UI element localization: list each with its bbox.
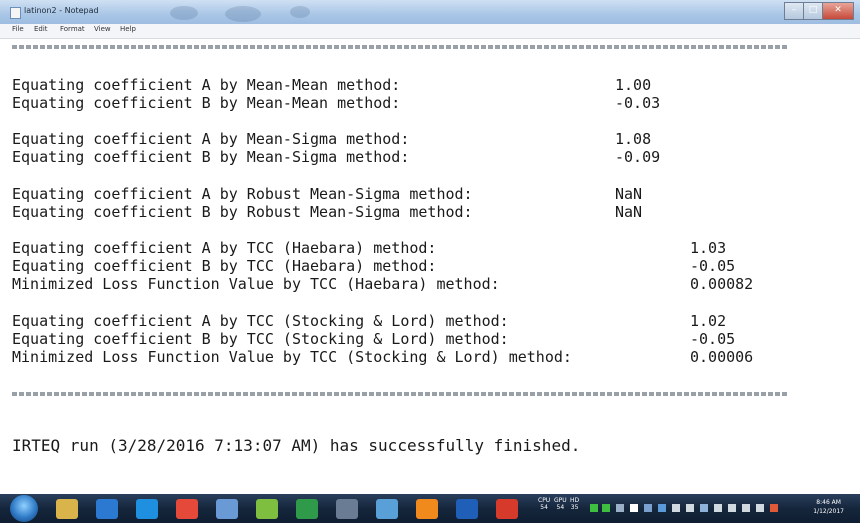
stocking-lord-loss-value: 0.00006 [690, 348, 754, 366]
ie-icon[interactable] [96, 499, 118, 519]
robust-b-label: Equating coefficient B by Robust Mean-Si… [12, 203, 473, 221]
menu-bar: File Edit Format View Help [0, 24, 860, 39]
tray-shield-icon[interactable] [644, 504, 652, 512]
tray-app-icon[interactable] [672, 504, 680, 512]
hd-meter: HD 35 [570, 497, 580, 511]
tray-app-icon[interactable] [686, 504, 694, 512]
media-icon[interactable] [416, 499, 438, 519]
tools-icon[interactable] [176, 499, 198, 519]
separator-line [12, 45, 787, 49]
mean-sigma-b-label: Equating coefficient B by Mean-Sigma met… [12, 148, 410, 166]
menu-help[interactable]: Help [120, 25, 136, 33]
system-clock[interactable]: 8:46 AM 1/12/2017 [813, 498, 844, 516]
haebara-b-value: -0.05 [690, 257, 736, 275]
minimize-button[interactable]: – [784, 2, 803, 20]
tray-app-icon[interactable] [756, 504, 764, 512]
blurred-glyph [290, 6, 310, 18]
haebara-b-label: Equating coefficient B by TCC (Haebara) … [12, 257, 437, 275]
close-button[interactable]: ✕ [822, 2, 854, 20]
mean-mean-b-label: Equating coefficient B by Mean-Mean meth… [12, 94, 401, 112]
tray-app-icon[interactable] [714, 504, 722, 512]
mean-sigma-a-value: 1.08 [615, 130, 652, 148]
tray-status-icon[interactable] [590, 504, 598, 512]
haebara-loss-label: Minimized Loss Function Value by TCC (Ha… [12, 275, 500, 293]
menu-file[interactable]: File [12, 25, 24, 33]
tray-volume-icon[interactable] [630, 504, 638, 512]
haebara-loss-value: 0.00082 [690, 275, 754, 293]
text-editor[interactable]: Equating coefficient A by Mean-Mean meth… [0, 39, 860, 494]
chrome-icon[interactable] [136, 499, 158, 519]
tray-status-icon[interactable] [602, 504, 610, 512]
menu-view[interactable]: View [94, 25, 111, 33]
robust-a-value: NaN [615, 185, 643, 203]
haebara-a-value: 1.03 [690, 239, 727, 257]
robust-b-value: NaN [615, 203, 643, 221]
windows-start-icon[interactable] [10, 495, 38, 522]
pdf-icon[interactable] [456, 499, 478, 519]
gpu-meter: GPU 54 [554, 497, 567, 511]
tray-network-icon[interactable] [616, 504, 624, 512]
tray-app-icon[interactable] [658, 504, 666, 512]
maximize-button[interactable]: □ [803, 2, 822, 20]
tray-app-icon[interactable] [742, 504, 750, 512]
window-icon[interactable] [296, 499, 318, 519]
status-line: IRTEQ run (3/28/2016 7:13:07 AM) has suc… [12, 436, 581, 455]
menu-format[interactable]: Format [60, 25, 85, 33]
robust-a-label: Equating coefficient A by Robust Mean-Si… [12, 185, 473, 203]
haebara-a-label: Equating coefficient A by TCC (Haebara) … [12, 239, 437, 257]
blurred-glyph [170, 6, 198, 20]
notepad-icon [10, 7, 21, 19]
title-bar[interactable]: latinon2 - Notepad – □ ✕ [0, 0, 860, 24]
stocking-lord-a-label: Equating coefficient A by TCC (Stocking … [12, 312, 509, 330]
paint-icon[interactable] [336, 499, 358, 519]
excel-icon[interactable] [256, 499, 278, 519]
notepad-icon[interactable] [496, 499, 518, 519]
window-controls: – □ ✕ [784, 2, 854, 20]
mean-sigma-b-value: -0.09 [615, 148, 661, 166]
stocking-lord-b-value: -0.05 [690, 330, 736, 348]
menu-edit[interactable]: Edit [34, 25, 48, 33]
window-title: latinon2 - Notepad [24, 6, 99, 15]
stocking-lord-b-label: Equating coefficient B by TCC (Stocking … [12, 330, 509, 348]
separator-line [12, 392, 787, 396]
blurred-glyph [225, 6, 261, 22]
mean-mean-a-label: Equating coefficient A by Mean-Mean meth… [12, 76, 401, 94]
stocking-lord-a-value: 1.02 [690, 312, 727, 330]
mean-mean-a-value: 1.00 [615, 76, 652, 94]
firefox-icon[interactable] [376, 499, 398, 519]
tray-app-icon[interactable] [728, 504, 736, 512]
explorer-icon[interactable] [56, 499, 78, 519]
tray-app-icon[interactable] [700, 504, 708, 512]
tray-app-icon[interactable] [770, 504, 778, 512]
stocking-lord-loss-label: Minimized Loss Function Value by TCC (St… [12, 348, 572, 366]
cpu-meter: CPU 54 [538, 497, 551, 511]
taskbar: CPU 54 GPU 54 HD 35 8:46 AM 1/12/2017 [0, 494, 860, 523]
mean-mean-b-value: -0.03 [615, 94, 661, 112]
app-icon[interactable] [216, 499, 238, 519]
mean-sigma-a-label: Equating coefficient A by Mean-Sigma met… [12, 130, 410, 148]
